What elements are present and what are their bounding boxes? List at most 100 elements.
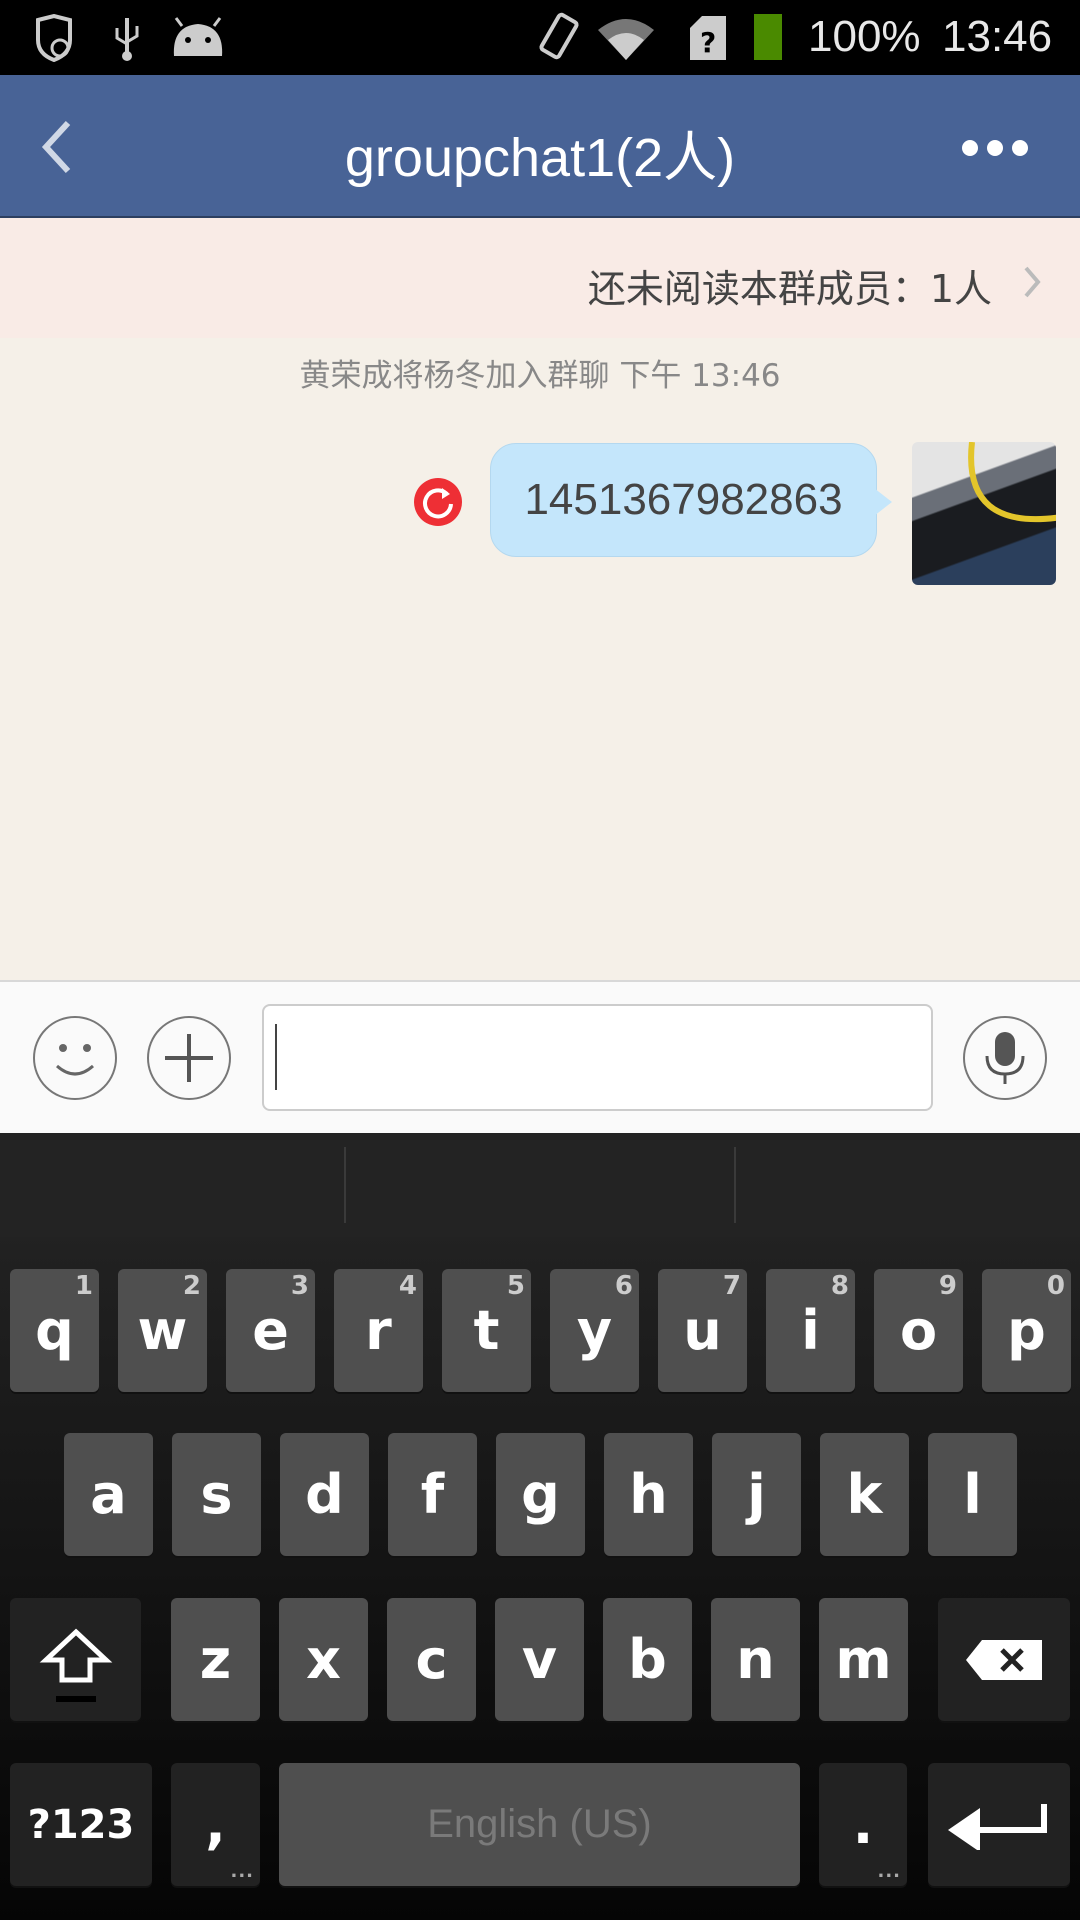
key-label: i [801, 1299, 820, 1362]
key-label: w [137, 1299, 188, 1362]
svg-text:?: ? [700, 26, 716, 59]
key-l[interactable]: l [928, 1433, 1017, 1556]
usb-icon [115, 18, 139, 61]
backspace-key[interactable] [938, 1598, 1070, 1721]
status-left-icons [36, 14, 139, 62]
shift-key[interactable] [10, 1598, 141, 1721]
key-label: f [420, 1463, 445, 1526]
key-label: ?123 [27, 1801, 135, 1848]
key-q[interactable]: q1 [10, 1269, 99, 1392]
key-u[interactable]: u7 [658, 1269, 747, 1392]
plus-icon[interactable] [147, 1016, 231, 1100]
more-icon[interactable] [960, 133, 1030, 163]
symbols-key[interactable]: ?123 [10, 1763, 152, 1886]
key-r[interactable]: r4 [334, 1269, 423, 1392]
key-label: h [629, 1463, 668, 1526]
key-label: d [305, 1463, 344, 1526]
input-bar [0, 980, 1080, 1133]
key-e[interactable]: e3 [226, 1269, 315, 1392]
backspace-icon [966, 1639, 1042, 1680]
key-z[interactable]: z [171, 1598, 260, 1721]
enter-icon [948, 1803, 1047, 1850]
resend-icon[interactable] [414, 478, 462, 526]
divider [344, 1147, 346, 1223]
more-dots: ... [230, 1861, 254, 1882]
key-label: x [306, 1628, 341, 1691]
key-hint: 3 [290, 1271, 309, 1301]
key-c[interactable]: c [387, 1598, 476, 1721]
key-label: b [628, 1628, 667, 1691]
key-o[interactable]: o9 [874, 1269, 963, 1392]
key-label: z [199, 1628, 232, 1691]
vibrate-icon [539, 12, 579, 60]
key-hint: 1 [74, 1271, 93, 1301]
key-label: o [899, 1299, 938, 1362]
key-hint: 5 [506, 1271, 525, 1301]
bubble-tail [874, 488, 892, 516]
key-k[interactable]: k [820, 1433, 909, 1556]
unread-members-banner[interactable]: 还未阅读本群成员：1人 [0, 218, 1080, 338]
key-label: v [521, 1628, 558, 1691]
battery-icon [754, 14, 782, 60]
sim-unknown-icon: ? [690, 16, 726, 60]
text-caret [275, 1024, 277, 1090]
key-label: g [521, 1463, 560, 1526]
status-bar: ? 100% 13:46 [0, 0, 1080, 75]
divider [734, 1147, 736, 1223]
key-label: . [852, 1793, 874, 1856]
period-key[interactable]: .... [819, 1763, 907, 1886]
key-label: r [365, 1299, 392, 1362]
battery-percent: 100% [808, 12, 921, 61]
key-t[interactable]: t5 [442, 1269, 531, 1392]
key-hint: 2 [182, 1271, 201, 1301]
space-key[interactable]: English (US) [279, 1763, 800, 1886]
key-d[interactable]: d [280, 1433, 369, 1556]
more-dots: ... [877, 1861, 901, 1882]
key-m[interactable]: m [819, 1598, 908, 1721]
shield-icon [36, 14, 72, 62]
key-a[interactable]: a [64, 1433, 153, 1556]
key-n[interactable]: n [711, 1598, 800, 1721]
key-label: e [252, 1299, 289, 1362]
key-i[interactable]: i8 [766, 1269, 855, 1392]
key-s[interactable]: s [172, 1433, 261, 1556]
mic-icon[interactable] [963, 1016, 1047, 1100]
system-message: 黄荣成将杨冬加入群聊 下午 13:46 [299, 358, 781, 394]
key-x[interactable]: x [279, 1598, 368, 1721]
emoji-icon[interactable] [33, 1016, 117, 1100]
key-h[interactable]: h [604, 1433, 693, 1556]
key-label: y [576, 1299, 613, 1362]
key-label: a [90, 1463, 127, 1526]
unread-members-text: 还未阅读本群成员：1人 [587, 267, 992, 311]
key-g[interactable]: g [496, 1433, 585, 1556]
key-p[interactable]: p0 [982, 1269, 1071, 1392]
enter-key[interactable] [928, 1763, 1070, 1886]
message-input[interactable] [262, 1004, 933, 1111]
key-hint: 6 [614, 1271, 633, 1301]
key-hint: 8 [830, 1271, 849, 1301]
key-label: , [205, 1793, 226, 1856]
shift-icon [39, 1628, 112, 1702]
key-f[interactable]: f [388, 1433, 477, 1556]
key-label: j [747, 1463, 766, 1526]
chevron-right-icon [1024, 266, 1041, 298]
key-w[interactable]: w2 [118, 1269, 207, 1392]
key-y[interactable]: y6 [550, 1269, 639, 1392]
key-j[interactable]: j [712, 1433, 801, 1556]
suggestion-strip[interactable] [0, 1133, 1080, 1237]
key-b[interactable]: b [603, 1598, 692, 1721]
key-v[interactable]: v [495, 1598, 584, 1721]
keyboard: q 1 w 2 e 3 r 4 t 5 y 6 u 7 i 8 o 9 p 0 a s d f g h j k l z x c v b n m ?123… [0, 1133, 1080, 1920]
avatar[interactable] [912, 442, 1056, 585]
key-label: p [1007, 1299, 1046, 1362]
key-label: q [35, 1299, 74, 1362]
message-bubble[interactable]: 1451367982863 [490, 443, 877, 557]
key-label: m [835, 1628, 892, 1691]
key-label: s [200, 1463, 233, 1526]
key-label: c [415, 1628, 448, 1691]
key-hint: 0 [1046, 1271, 1065, 1301]
app-header: groupchat1(2人) [0, 75, 1080, 218]
comma-key[interactable]: ,... [171, 1763, 260, 1886]
key-label: English (US) [427, 1802, 652, 1846]
wifi-icon [598, 19, 654, 60]
